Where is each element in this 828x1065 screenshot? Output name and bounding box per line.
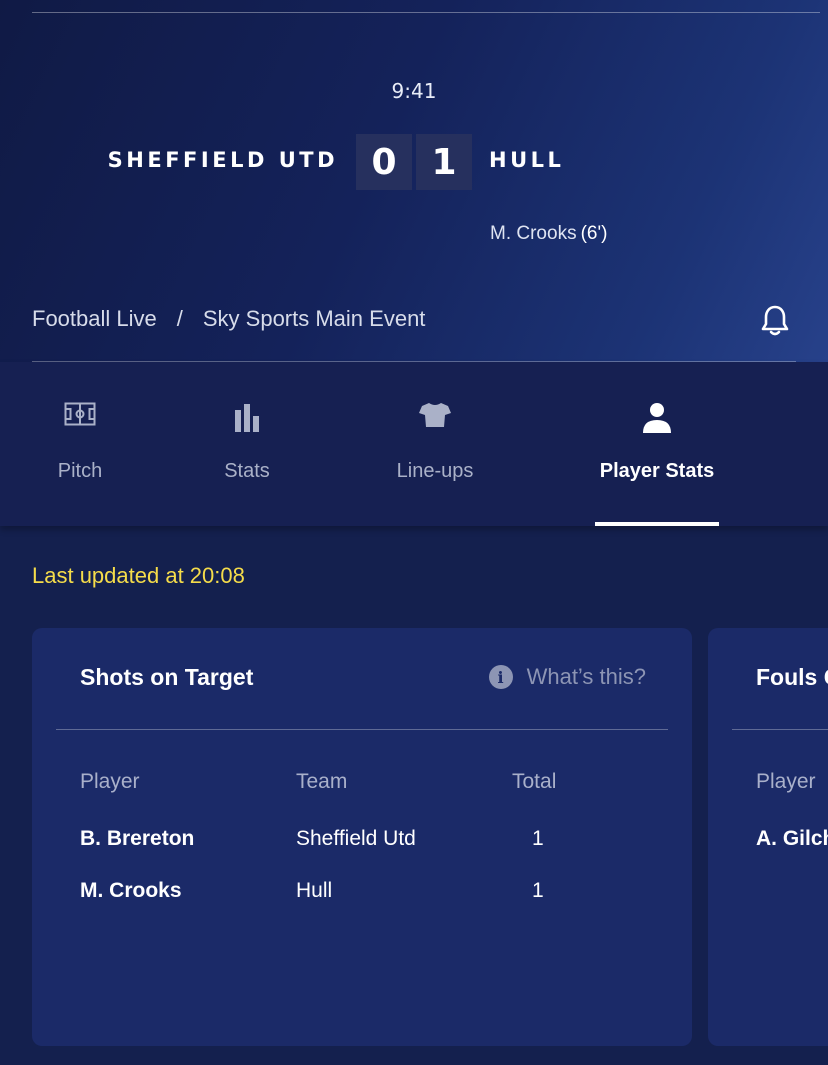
breadcrumb-channel[interactable]: Sky Sports Main Event — [203, 306, 426, 332]
last-updated: Last updated at 20:08 — [32, 563, 245, 588]
away-score: 1 — [416, 134, 472, 190]
info-icon: i — [488, 665, 513, 689]
home-score: 0 — [356, 134, 412, 190]
player-total: 1 — [532, 879, 544, 902]
person-icon — [642, 402, 672, 438]
player-name: A. Gilch — [756, 827, 828, 850]
tab-player-stats[interactable]: Player Stats — [595, 362, 719, 526]
divider — [732, 729, 828, 730]
player-name: B. Brereton — [80, 827, 195, 850]
card-title: Shots on Target — [80, 664, 254, 690]
player-total: 1 — [532, 827, 544, 850]
tab-stats[interactable]: Stats — [207, 362, 287, 526]
column-header-player: Player — [756, 770, 816, 793]
card-title: Fouls C — [756, 664, 828, 690]
breadcrumb-separator: / — [176, 306, 183, 331]
column-header-player: Player — [80, 770, 140, 793]
divider — [32, 12, 820, 13]
pitch-icon — [64, 402, 96, 430]
breadcrumb: Football Live / Sky Sports Main Event — [32, 306, 425, 332]
shirt-icon — [418, 402, 452, 432]
match-clock: 9:41 — [391, 79, 437, 103]
whats-this-button[interactable]: i What’s this? — [488, 664, 646, 690]
tab-label: Player Stats — [599, 460, 715, 482]
whats-this-label: What’s this? — [526, 664, 646, 689]
scorer-minute: (6') — [580, 223, 608, 244]
stat-card-fouls[interactable]: Fouls C Player A. Gilch — [708, 628, 828, 1046]
tab-lineups[interactable]: Line-ups — [380, 362, 490, 526]
stat-card-shots-on-target: Shots on Target i What’s this? Player Te… — [32, 628, 692, 1046]
tab-label: Line-ups — [396, 460, 474, 482]
active-tab-indicator — [595, 522, 719, 526]
divider — [56, 729, 668, 730]
tab-label: Pitch — [57, 460, 103, 482]
player-name: M. Crooks — [80, 879, 182, 902]
goal-scorer: M. Crooks (6') — [490, 223, 607, 245]
bar-chart-icon — [233, 402, 261, 436]
column-header-total: Total — [512, 770, 557, 793]
column-header-team: Team — [296, 770, 348, 793]
match-header: 9:41 SHEFFIELD UTD 0 1 HULL M. Crooks (6'… — [0, 0, 828, 362]
breadcrumb-section[interactable]: Football Live — [32, 306, 157, 332]
scorer-name: M. Crooks — [490, 223, 577, 244]
tab-label: Stats — [224, 460, 270, 482]
tab-bar: Pitch Stats Line-ups Player Stats — [0, 362, 828, 526]
home-team-name: SHEFFIELD UTD — [107, 148, 338, 172]
away-team-name: HULL — [489, 148, 565, 172]
player-team: Sheffield Utd — [296, 827, 416, 850]
player-team: Hull — [296, 879, 333, 902]
bell-icon[interactable] — [760, 304, 790, 338]
tab-pitch[interactable]: Pitch — [40, 362, 120, 526]
